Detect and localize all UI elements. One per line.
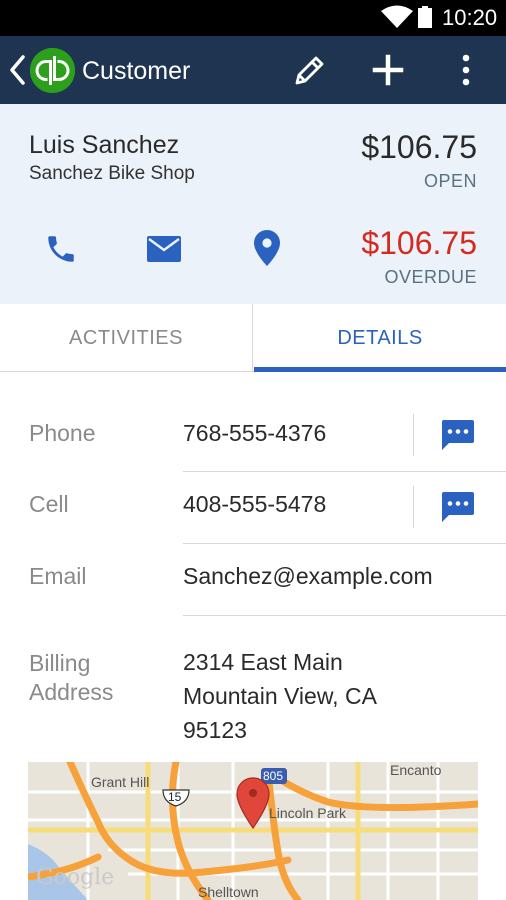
overdue-status-label: OVERDUE (384, 267, 477, 287)
map-pin-icon[interactable] (254, 230, 280, 266)
battery-icon (418, 6, 432, 28)
email-value[interactable]: Sanchez@example.com (183, 559, 433, 593)
tab-details[interactable]: DETAILS (254, 304, 506, 372)
map-label-route-15: 15 (168, 790, 182, 804)
tab-activities[interactable]: ACTIVITIES (0, 304, 253, 372)
map-attribution: Google (36, 865, 115, 890)
map-label-lincoln-park: Lincoln Park (269, 805, 347, 821)
quickbooks-logo-icon (30, 48, 75, 93)
email-icon[interactable] (147, 236, 181, 262)
billing-label-line1: Billing (29, 650, 91, 676)
add-icon[interactable] (370, 52, 406, 88)
quickbooks-logo[interactable] (30, 48, 75, 93)
cell-message-icon[interactable] (440, 492, 474, 522)
call-phone-icon[interactable] (44, 232, 78, 266)
phone-value[interactable]: 768-555-4376 (183, 416, 326, 450)
map-label-route-805: 805 (263, 769, 284, 783)
wifi-icon (381, 5, 413, 28)
email-label: Email (29, 563, 87, 589)
overdue-balance: $106.75 (361, 225, 477, 261)
cell-label: Cell (29, 491, 69, 517)
status-time: 10:20 (442, 5, 498, 30)
cell-separator (413, 486, 414, 528)
tab-bar: ACTIVITIES DETAILS (0, 304, 506, 372)
map-label-shelltown: Shelltown (198, 884, 259, 900)
company-name: Sanchez Bike Shop (29, 163, 195, 184)
customer-summary: Luis Sanchez Sanchez Bike Shop $106.75 O… (0, 104, 506, 304)
cell-value[interactable]: 408-555-5478 (183, 487, 326, 521)
open-status-label: OPEN (423, 171, 477, 191)
billing-address-line2[interactable]: Mountain View, CA (183, 679, 377, 713)
app-bar: Customer (0, 36, 506, 104)
phone-separator (413, 414, 414, 456)
map-label-encanto: Encanto (390, 762, 442, 778)
divider (183, 615, 506, 616)
billing-label-line2: Address (29, 679, 114, 705)
divider (183, 543, 506, 544)
billing-address-line1[interactable]: 2314 East Main (183, 645, 343, 679)
status-bar: 10:20 (0, 0, 506, 36)
map-label-grant-hill: Grant Hill (91, 774, 150, 790)
page-title: Customer (82, 57, 191, 85)
open-balance: $106.75 (361, 129, 477, 165)
back-chevron-icon[interactable] (8, 54, 26, 86)
phone-message-icon[interactable] (440, 420, 474, 450)
address-map[interactable]: Grant Hill Encanto Lincoln Park Shelltow… (28, 762, 478, 900)
edit-pencil-icon[interactable] (292, 52, 328, 88)
phone-label: Phone (29, 420, 96, 446)
billing-address-line3[interactable]: 95123 (183, 713, 247, 747)
more-vertical-icon[interactable] (456, 52, 476, 88)
divider (183, 471, 506, 472)
customer-name: Luis Sanchez (29, 131, 180, 159)
